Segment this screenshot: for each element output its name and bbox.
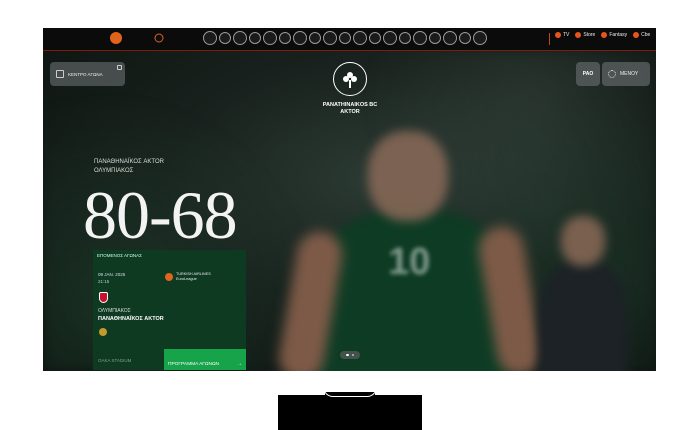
coach-head	[561, 216, 605, 266]
team-logo-icon[interactable]	[443, 31, 457, 45]
coach-image	[538, 261, 628, 371]
euroleague-basketball-logo-icon[interactable]	[153, 32, 165, 44]
match-center-icon	[56, 70, 64, 78]
next-match-tag: ΕΠΟΜΕΝΟΣ ΑΓΩΝΑΣ	[97, 253, 142, 258]
club-name-line2: AKTOR	[340, 109, 360, 115]
hero-section: 10 ΚΕΝΤΡΟ ΑΓΩΝΑ PANATHINAIKOS BC AKTOR P…	[43, 51, 656, 371]
tv-icon	[555, 32, 561, 38]
panathinaikos-logo-icon	[99, 328, 107, 336]
fantasy-link[interactable]: Fantasy	[601, 32, 627, 38]
fantasy-icon	[601, 32, 608, 38]
external-links: TV Store Fantasy Cbe	[555, 32, 650, 38]
next-match-away-team: ΟΛΥΜΠΙΑΚΟΣ	[98, 308, 131, 314]
pao-button[interactable]: PAO	[576, 62, 600, 86]
team-logo-icon[interactable]	[219, 32, 231, 44]
player-head	[368, 131, 448, 221]
jersey-number: 10	[388, 241, 431, 283]
topbar-divider	[549, 33, 550, 45]
match-center-label: ΚΕΝΤΡΟ ΑΓΩΝΑ	[68, 71, 103, 77]
next-match-date: 09 JAN. 2025	[98, 272, 126, 277]
cbe-link[interactable]: Cbe	[633, 32, 650, 38]
team-logo-icon[interactable]	[413, 31, 427, 45]
team-logos-strip	[203, 31, 487, 45]
club-logo-icon[interactable]	[333, 62, 367, 96]
team-logo-icon[interactable]	[473, 31, 487, 45]
team-logo-icon[interactable]	[279, 32, 291, 44]
team-logo-icon[interactable]	[339, 32, 351, 44]
schedule-button[interactable]: ΠΡΟΓΡΑΜΜΑ ΑΓΩΝΩΝ →	[164, 349, 246, 370]
team-logo-icon[interactable]	[383, 31, 397, 45]
next-match-venue: OAKA STADIUM	[98, 358, 132, 363]
external-link-icon	[117, 65, 122, 70]
menu-icon	[608, 70, 616, 78]
top-bar: TV Store Fantasy Cbe	[43, 28, 656, 51]
euroleague-icon	[165, 272, 173, 281]
team-logo-icon[interactable]	[309, 32, 321, 44]
team-logo-icon[interactable]	[399, 32, 411, 44]
pao-label: PAO	[582, 71, 594, 77]
next-match-time: 21:15	[98, 279, 110, 284]
team-logo-icon[interactable]	[203, 31, 217, 45]
schedule-button-label: ΠΡΟΓΡΑΜΜΑ ΑΓΩΝΩΝ	[168, 362, 220, 367]
result-away-team: ΟΛΥΜΠΙΑΚΟΣ	[94, 168, 134, 174]
next-match-card[interactable]: ΕΠΟΜΕΝΟΣ ΑΓΩΝΑΣ 09 JAN. 2025 21:15 TURKI…	[93, 250, 246, 370]
tv-link[interactable]: TV	[555, 32, 569, 38]
result-home-team: ΠΑΝΑΘΗΝΑΪΚΟΣ AKTOR	[94, 159, 164, 165]
olympiacos-logo-icon	[99, 292, 108, 303]
team-logo-icon[interactable]	[233, 31, 247, 45]
team-logo-icon[interactable]	[263, 31, 277, 45]
euroleague-logo-icon[interactable]	[110, 32, 122, 44]
club-name: PANATHINAIKOS BC AKTOR	[318, 102, 382, 116]
club-name-line1: PANATHINAIKOS BC	[322, 102, 378, 108]
store-link[interactable]: Store	[575, 32, 595, 38]
competition-name: TURKISH AIRLINES EuroLeague	[176, 272, 211, 281]
team-logo-icon[interactable]	[249, 32, 261, 44]
competition-line1: TURKISH AIRLINES	[176, 272, 211, 276]
monitor-stand-ring	[323, 387, 377, 397]
menu-button[interactable]: ΜΕΝΟΥ	[602, 62, 650, 86]
cbe-icon	[633, 32, 640, 38]
carousel-pagination	[340, 351, 360, 359]
team-logo-icon[interactable]	[459, 32, 471, 44]
next-match-home-team: ΠΑΝΑΘΗΝΑΪΚΟΣ AKTOR	[98, 316, 164, 322]
final-score: 80-68	[83, 177, 238, 253]
team-logo-icon[interactable]	[323, 31, 337, 45]
match-center-button[interactable]: ΚΕΝΤΡΟ ΑΓΩΝΑ	[50, 62, 125, 86]
team-logo-icon[interactable]	[369, 32, 381, 44]
carousel-dot[interactable]	[351, 353, 354, 357]
team-logo-icon[interactable]	[293, 31, 307, 45]
store-icon	[575, 32, 582, 38]
team-logo-icon[interactable]	[353, 31, 367, 45]
carousel-dot[interactable]	[346, 353, 349, 357]
competition-line2: EuroLeague	[176, 276, 197, 281]
menu-label: ΜΕΝΟΥ	[620, 71, 639, 77]
team-logo-icon[interactable]	[429, 32, 441, 44]
arrow-right-icon: →	[237, 362, 242, 367]
competition-badge: TURKISH AIRLINES EuroLeague	[165, 272, 211, 281]
